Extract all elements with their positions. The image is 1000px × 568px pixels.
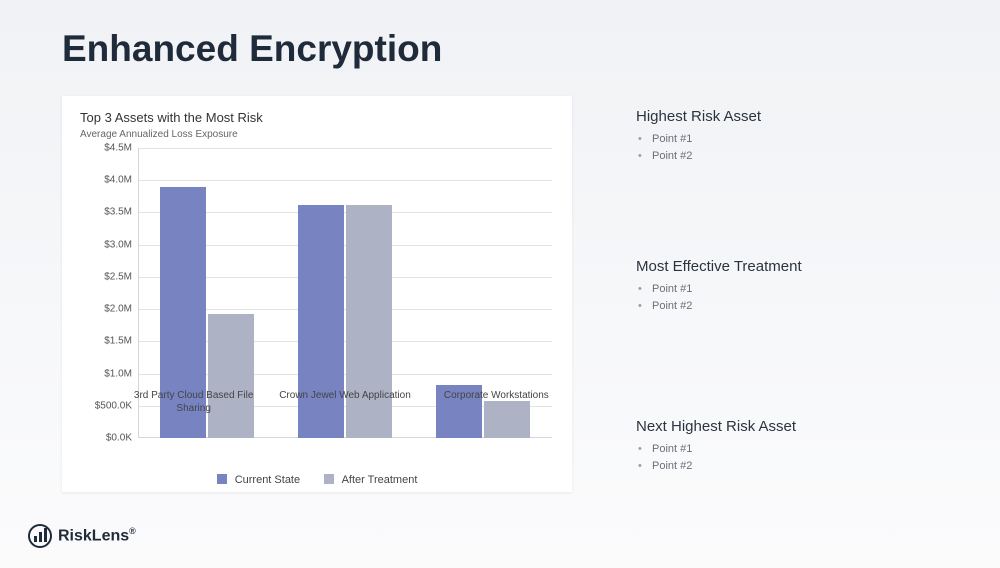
y-tick-label: $4.0M xyxy=(82,175,138,186)
section-heading: Next Highest Risk Asset xyxy=(636,418,936,435)
x-tick-label: Crown Jewel Web Application xyxy=(269,390,420,415)
bullet: Point #1 xyxy=(636,281,936,298)
page-title: Enhanced Encryption xyxy=(62,28,442,70)
y-tick-label: $2.0M xyxy=(82,304,138,315)
brand: RiskLens® xyxy=(28,524,136,548)
y-tick-label: $0.0K xyxy=(82,433,138,444)
section-heading: Most Effective Treatment xyxy=(636,258,936,275)
y-tick-label: $2.5M xyxy=(82,271,138,282)
x-tick-label: Corporate Workstations xyxy=(421,390,572,415)
legend-current-state: Current State xyxy=(217,474,300,486)
bar-after-treatment xyxy=(208,314,254,438)
brand-logo-icon xyxy=(28,524,52,548)
bullet: Point #2 xyxy=(636,458,936,475)
chart-legend: Current State After Treatment xyxy=(62,474,572,486)
legend-label: Current State xyxy=(235,474,300,486)
bullet: Point #1 xyxy=(636,441,936,458)
section-heading: Highest Risk Asset xyxy=(636,108,936,125)
legend-label: After Treatment xyxy=(342,474,418,486)
bullet: Point #1 xyxy=(636,131,936,148)
x-tick-label: 3rd Party Cloud Based File Sharing xyxy=(118,390,269,415)
bullet: Point #2 xyxy=(636,298,936,315)
brand-name: RiskLens® xyxy=(58,526,136,545)
y-tick-label: $3.0M xyxy=(82,239,138,250)
y-tick-label: $4.5M xyxy=(82,143,138,154)
legend-swatch-current xyxy=(217,474,227,484)
y-tick-label: $1.0M xyxy=(82,368,138,379)
side-section-highest-risk: Highest Risk Asset Point #1 Point #2 xyxy=(636,108,936,165)
legend-swatch-after xyxy=(324,474,334,484)
side-section-most-effective: Most Effective Treatment Point #1 Point … xyxy=(636,258,936,315)
side-section-next-highest: Next Highest Risk Asset Point #1 Point #… xyxy=(636,418,936,475)
chart-title: Top 3 Assets with the Most Risk xyxy=(80,110,554,125)
bullet: Point #2 xyxy=(636,148,936,165)
legend-after-treatment: After Treatment xyxy=(324,474,417,486)
chart-subtitle: Average Annualized Loss Exposure xyxy=(80,129,554,140)
chart-card: Top 3 Assets with the Most Risk Average … xyxy=(62,96,572,492)
y-tick-label: $1.5M xyxy=(82,336,138,347)
y-tick-label: $3.5M xyxy=(82,207,138,218)
